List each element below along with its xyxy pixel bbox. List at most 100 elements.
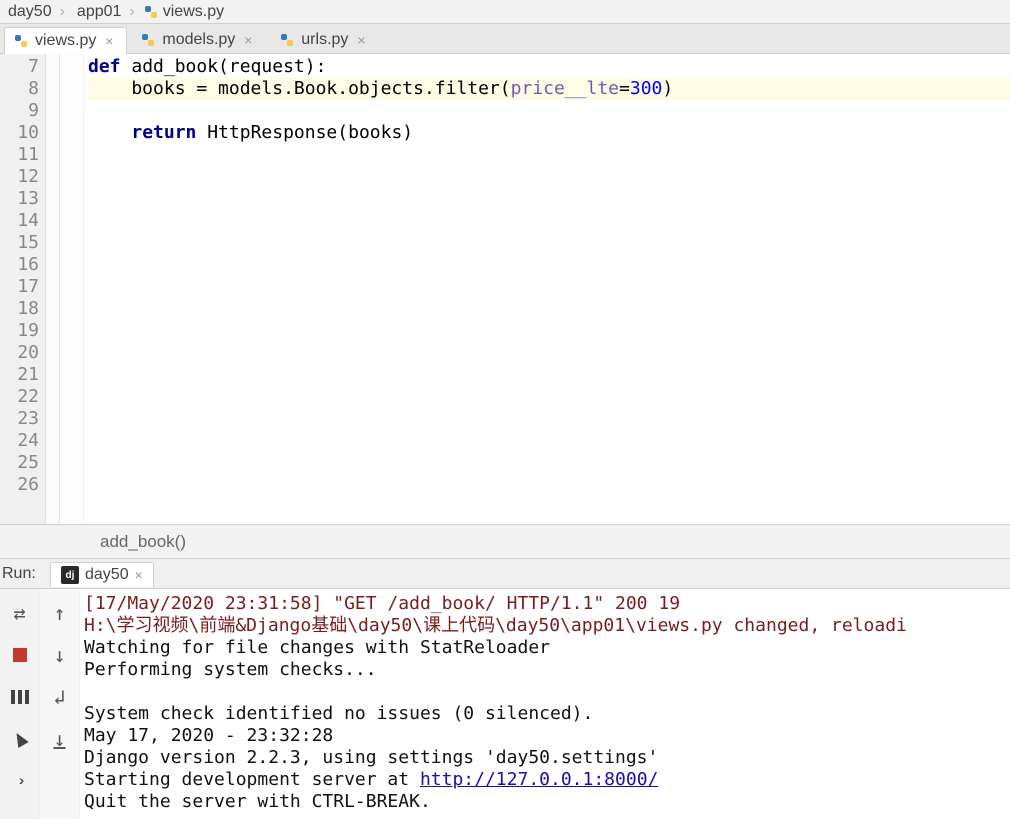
line-number: 21 — [0, 364, 39, 386]
line-number: 18 — [0, 298, 39, 320]
python-file-icon — [13, 33, 29, 49]
line-number: 20 — [0, 342, 39, 364]
code-line — [88, 342, 1010, 364]
pin-icon[interactable] — [6, 725, 34, 753]
console-line: System check identified no issues (0 sil… — [84, 703, 1010, 725]
stop-icon[interactable] — [6, 641, 34, 669]
server-url-link[interactable]: http://127.0.0.1:8000/ — [420, 769, 658, 790]
scroll-to-end-icon[interactable]: ↓ — [46, 725, 74, 753]
tab-label: views.py — [35, 32, 96, 50]
line-number: 25 — [0, 452, 39, 474]
console-line: H:\学习视频\前端&Django基础\day50\课上代码\day50\app… — [84, 615, 1010, 637]
code-line — [88, 408, 1010, 430]
code-line — [88, 430, 1010, 452]
line-number: 17 — [0, 276, 39, 298]
code-line — [88, 386, 1010, 408]
close-icon[interactable]: × — [135, 567, 143, 583]
python-file-icon — [279, 32, 295, 48]
more-icon[interactable]: ›› — [6, 767, 34, 795]
line-number-gutter: 7891011121314151617181920212223242526 — [0, 54, 46, 524]
marker-strip — [60, 54, 84, 524]
run-tab[interactable]: dj day50 × — [50, 562, 154, 587]
breadcrumb: day50 › app01 › views.py — [0, 0, 1010, 24]
line-number: 16 — [0, 254, 39, 276]
run-panel: Run: dj day50 × ⇄ ›› ↑ ↓ ↲ ↓ [17/M — [0, 559, 1010, 819]
run-header: Run: dj day50 × — [0, 559, 1010, 589]
line-number: 10 — [0, 122, 39, 144]
breadcrumb-label: day50 — [8, 3, 52, 21]
layout-icon[interactable] — [6, 683, 34, 711]
console-line: [17/May/2020 23:31:58] "GET /add_book/ H… — [84, 593, 1010, 615]
code-line: return HttpResponse(books) — [88, 122, 1010, 144]
code-line — [88, 364, 1010, 386]
soft-wrap-icon[interactable]: ↲ — [46, 683, 74, 711]
line-number: 7 — [0, 56, 39, 78]
console-line: Watching for file changes with StatReloa… — [84, 637, 1010, 659]
code-line — [88, 320, 1010, 342]
breadcrumb-item[interactable]: app01 — [69, 3, 126, 21]
editor-tabs: views.py × models.py × urls.py × — [0, 24, 1010, 54]
tab-models[interactable]: models.py × — [131, 26, 266, 53]
close-icon[interactable]: × — [241, 32, 255, 48]
line-number: 8 — [0, 78, 39, 100]
line-number: 26 — [0, 474, 39, 496]
line-number: 14 — [0, 210, 39, 232]
breadcrumb-item[interactable]: day50 — [4, 3, 56, 21]
chevron-right-icon: › — [129, 3, 134, 21]
code-editor[interactable]: 7891011121314151617181920212223242526 de… — [0, 54, 1010, 525]
code-line: def add_book(request): — [88, 56, 1010, 78]
breadcrumb-label: views.py — [163, 3, 224, 21]
console-line: Starting development server at http://12… — [84, 769, 1010, 791]
code-line — [88, 474, 1010, 496]
breadcrumb-label: app01 — [77, 3, 122, 21]
code-line — [88, 188, 1010, 210]
run-toolbar-right: ↑ ↓ ↲ ↓ — [40, 589, 80, 819]
code-line — [88, 232, 1010, 254]
code-area[interactable]: def add_book(request): books = models.Bo… — [84, 54, 1010, 524]
tab-label: urls.py — [301, 31, 348, 49]
code-line — [88, 452, 1010, 474]
code-line — [88, 298, 1010, 320]
console-output[interactable]: [17/May/2020 23:31:58] "GET /add_book/ H… — [80, 589, 1010, 819]
python-file-icon — [143, 4, 159, 20]
down-arrow-icon[interactable]: ↓ — [46, 641, 74, 669]
rerun-icon[interactable]: ⇄ — [6, 599, 34, 627]
run-label: Run: — [0, 565, 40, 583]
console-line: May 17, 2020 - 23:32:28 — [84, 725, 1010, 747]
line-number: 13 — [0, 188, 39, 210]
line-number: 22 — [0, 386, 39, 408]
line-number: 24 — [0, 430, 39, 452]
line-number: 15 — [0, 232, 39, 254]
run-tab-label: day50 — [85, 566, 129, 584]
code-line: books = models.Book.objects.filter(price… — [88, 78, 1010, 100]
line-number: 11 — [0, 144, 39, 166]
structure-label: add_book() — [100, 532, 186, 552]
close-icon[interactable]: × — [102, 33, 116, 49]
code-line — [88, 210, 1010, 232]
chevron-right-icon: › — [60, 3, 65, 21]
console-line — [84, 681, 1010, 703]
code-line — [88, 254, 1010, 276]
line-number: 9 — [0, 100, 39, 122]
console-line: Django version 2.2.3, using settings 'da… — [84, 747, 1010, 769]
line-number: 12 — [0, 166, 39, 188]
run-toolbar-left: ⇄ ›› — [0, 589, 40, 819]
close-icon[interactable]: × — [354, 32, 368, 48]
console-line: Performing system checks... — [84, 659, 1010, 681]
code-line — [88, 100, 1010, 122]
structure-breadcrumb[interactable]: add_book() — [0, 525, 1010, 559]
fold-strip — [46, 54, 60, 524]
tab-views[interactable]: views.py × — [4, 27, 127, 54]
python-file-icon — [140, 32, 156, 48]
code-line — [88, 276, 1010, 298]
tab-urls[interactable]: urls.py × — [270, 26, 379, 53]
tab-label: models.py — [162, 31, 235, 49]
breadcrumb-item[interactable]: views.py — [139, 3, 228, 21]
code-line — [88, 166, 1010, 188]
line-number: 23 — [0, 408, 39, 430]
code-line — [88, 144, 1010, 166]
console-line: Quit the server with CTRL-BREAK. — [84, 791, 1010, 813]
line-number: 19 — [0, 320, 39, 342]
up-arrow-icon[interactable]: ↑ — [46, 599, 74, 627]
django-icon: dj — [61, 566, 79, 584]
